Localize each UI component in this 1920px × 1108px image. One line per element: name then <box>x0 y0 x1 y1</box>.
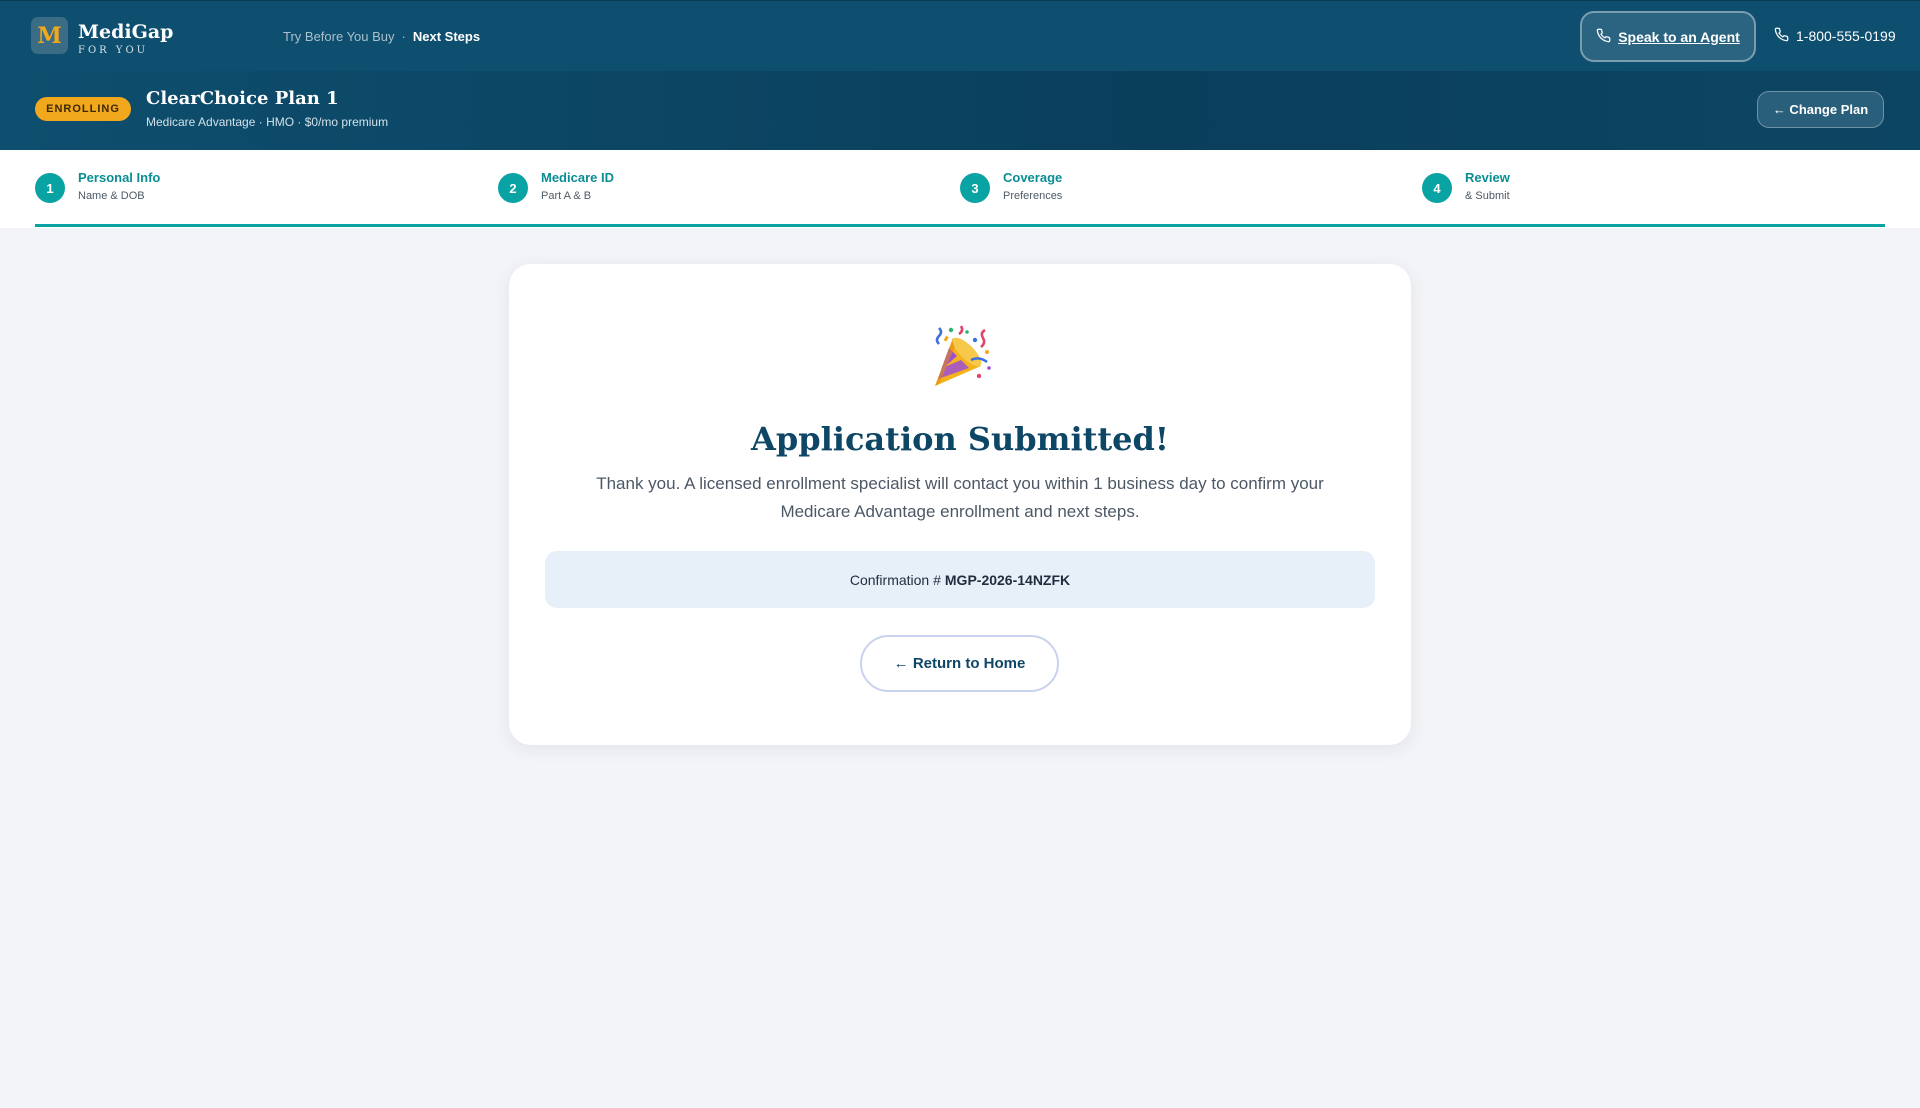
logo-mark[interactable]: M <box>31 17 68 54</box>
step-number: 4 <box>1422 173 1452 203</box>
confirmation-card: Application Submitted! Thank you. A lice… <box>509 264 1411 745</box>
return-to-home-button[interactable]: ← Return to Home <box>860 635 1059 692</box>
brand-tagline: FOR YOU <box>78 45 149 56</box>
phone-icon <box>1596 28 1611 46</box>
phone-number-link[interactable]: 1-800-555-0199 <box>1774 27 1896 45</box>
step-number: 1 <box>35 173 65 203</box>
step-review[interactable]: 4 Review & Submit <box>1422 169 1510 205</box>
step-personal-info[interactable]: 1 Personal Info Name & DOB <box>35 169 160 205</box>
step-number: 2 <box>498 173 528 203</box>
step-medicare-id[interactable]: 2 Medicare ID Part A & B <box>498 169 614 205</box>
step-subtitle: Preferences <box>1003 190 1063 202</box>
step-title: Coverage <box>1003 170 1063 185</box>
enrollment-stepper: 1 Personal Info Name & DOB 2 Medicare ID… <box>0 150 1920 228</box>
brand-name[interactable]: MediGap <box>78 23 173 42</box>
breadcrumb: Try Before You Buy · Next Steps <box>283 29 480 44</box>
breadcrumb-item-try-before-you-buy[interactable]: Try Before You Buy <box>283 29 395 44</box>
plan-name: ClearChoice Plan 1 <box>146 88 339 109</box>
confirmation-title: Application Submitted! <box>751 420 1169 458</box>
step-subtitle: Name & DOB <box>78 190 145 202</box>
party-popper-icon <box>927 322 997 392</box>
plan-meta: Medicare Advantage · HMO · $0/mo premium <box>146 115 389 129</box>
phone-icon <box>1774 27 1789 45</box>
confirmation-label: Confirmation # <box>849 571 941 588</box>
step-number: 3 <box>960 173 990 203</box>
step-title: Medicare ID <box>541 170 614 185</box>
confirmation-number: MGP-2026-14NZFK <box>944 571 1071 588</box>
change-plan-button[interactable]: ← Change Plan <box>1757 91 1884 128</box>
step-coverage[interactable]: 3 Coverage Preferences <box>960 169 1062 205</box>
status-badge: ENROLLING <box>35 97 131 121</box>
breadcrumb-separator: · <box>401 29 406 44</box>
confirmation-message: Thank you. A licensed enrollment special… <box>596 474 1324 521</box>
top-nav: M MediGap FOR YOU Try Before You Buy · N… <box>0 0 1920 71</box>
speak-to-agent-button[interactable]: Speak to an Agent <box>1580 11 1756 62</box>
step-title: Review <box>1465 170 1510 185</box>
confirmation-number-box: Confirmation # MGP-2026-14NZFK <box>545 551 1375 608</box>
progress-bar <box>35 224 1885 227</box>
step-title: Personal Info <box>78 170 161 185</box>
speak-to-agent-label: Speak to an Agent <box>1618 28 1740 45</box>
plan-banner: ENROLLING ClearChoice Plan 1 Medicare Ad… <box>0 71 1920 150</box>
breadcrumb-item-next-steps: Next Steps <box>412 29 481 44</box>
step-subtitle: & Submit <box>1465 190 1510 202</box>
step-subtitle: Part A & B <box>541 190 592 202</box>
phone-number: 1-800-555-0199 <box>1796 28 1896 44</box>
